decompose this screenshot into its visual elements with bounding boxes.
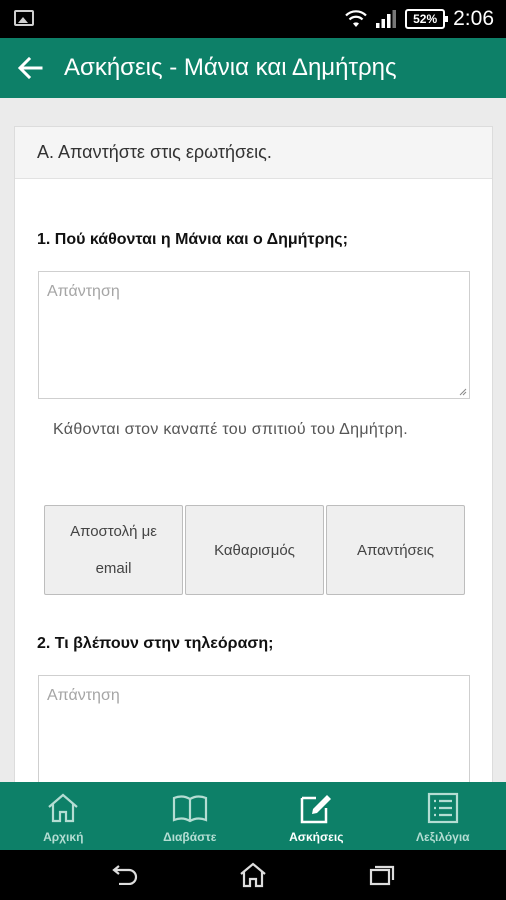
button-row: Αποστολή με email Καθαρισμός Απαντήσεις (44, 505, 465, 595)
answer-1-input[interactable]: Απάντηση (38, 271, 470, 399)
edit-icon (301, 795, 332, 824)
arrow-left-icon (17, 57, 43, 79)
list-icon (427, 792, 458, 824)
app-bar: Ασκήσεις - Μάνια και Δημήτρης (0, 38, 506, 98)
battery-icon: 52% (405, 9, 449, 29)
answer-2-input[interactable]: Απάντηση (38, 675, 470, 782)
bottom-nav: Αρχική Διαβάστε Ασκήσεις Λεξιλόγια (0, 782, 506, 850)
card-header: Α. Απαντήστε στις ερωτήσεις. (15, 127, 492, 179)
book-icon (172, 795, 207, 823)
resize-grip-icon[interactable] (457, 386, 467, 396)
question-1-label: 1. Πού κάθονται η Μάνια και ο Δημήτρης; (37, 231, 348, 248)
answer-2-placeholder: Απάντηση (47, 687, 120, 704)
nav-item-read[interactable]: Διαβάστε (127, 782, 254, 850)
question-2-label: 2. Τι βλέπουν στην τηλεόραση; (37, 635, 274, 652)
system-nav-bar (0, 850, 506, 900)
nav-label-exercises: Ασκήσεις (289, 830, 344, 844)
system-recents-button[interactable] (362, 855, 402, 895)
nav-label-home: Αρχική (43, 830, 84, 844)
wifi-icon (345, 10, 367, 27)
send-email-button[interactable]: Αποστολή με email (44, 505, 183, 595)
clock: 2:06 (453, 7, 494, 30)
answers-button[interactable]: Απαντήσεις (326, 505, 465, 595)
status-bar: 52% 2:06 (0, 0, 506, 38)
home-icon (48, 793, 78, 823)
nav-label-read: Διαβάστε (163, 830, 217, 844)
system-recents-icon (369, 865, 394, 886)
battery-level: 52% (413, 12, 438, 26)
back-button[interactable] (0, 38, 60, 98)
gallery-icon (14, 10, 34, 26)
nav-label-vocabulary: Λεξιλόγια (415, 830, 470, 844)
system-back-icon (112, 865, 138, 885)
answer-1-placeholder: Απάντηση (47, 283, 120, 300)
page-title: Ασκήσεις - Μάνια και Δημήτρης (64, 54, 397, 81)
system-back-button[interactable] (104, 855, 144, 895)
system-home-icon (240, 862, 266, 888)
clear-button[interactable]: Καθαρισμός (185, 505, 324, 595)
nav-item-home[interactable]: Αρχική (0, 782, 127, 850)
main-content[interactable]: Α. Απαντήστε στις ερωτήσεις. 1. Πού κάθο… (0, 98, 506, 782)
nav-item-exercises[interactable]: Ασκήσεις (253, 782, 380, 850)
system-home-button[interactable] (233, 855, 273, 895)
exercise-card: Α. Απαντήστε στις ερωτήσεις. 1. Πού κάθο… (14, 126, 493, 782)
nav-item-vocabulary[interactable]: Λεξιλόγια (380, 782, 506, 850)
signal-icon (376, 10, 397, 28)
answer-1-text: Κάθονται στον καναπέ του σπιτιού του Δημ… (53, 421, 408, 438)
